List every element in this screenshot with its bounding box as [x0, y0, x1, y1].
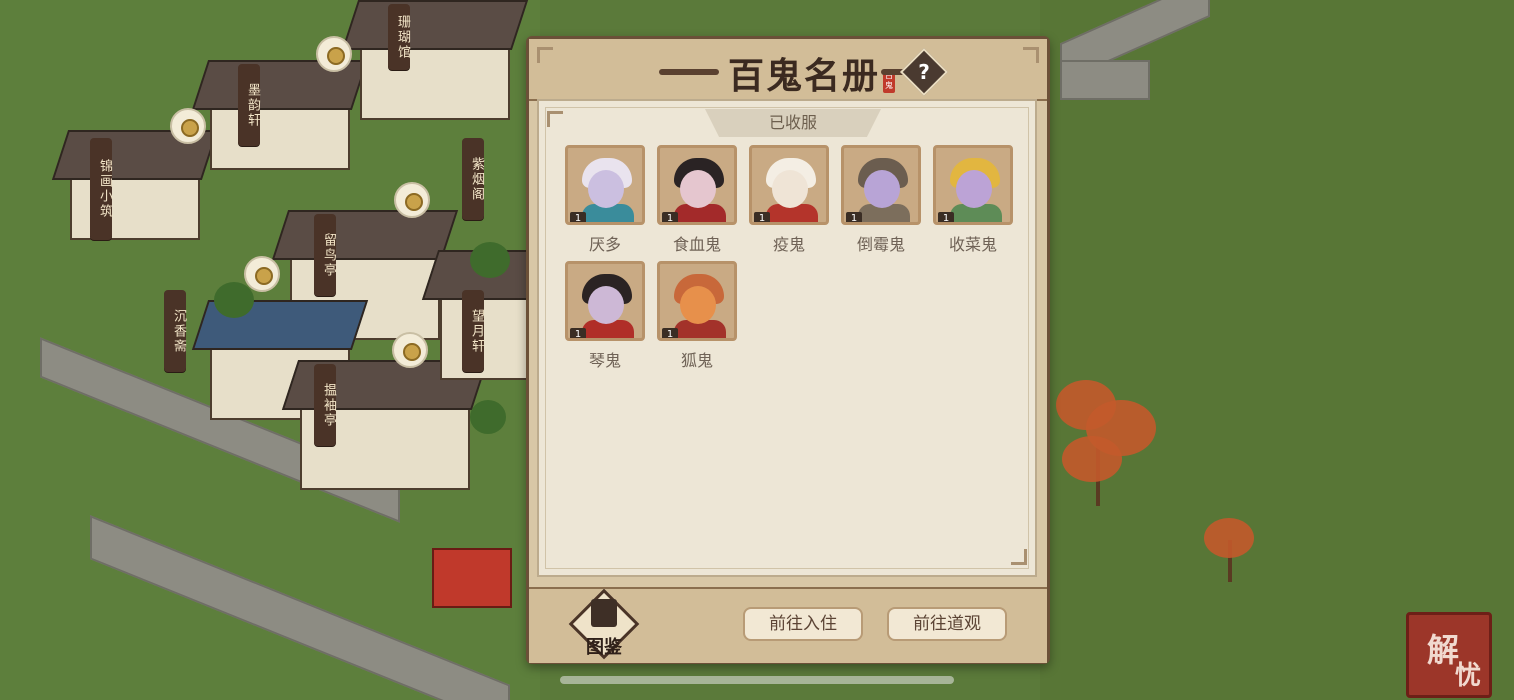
corner-ornament — [537, 47, 553, 63]
shop-sign[interactable]: 锦画小筑 — [90, 138, 112, 240]
ghost-name: 厌多 — [588, 235, 621, 254]
coin-icon[interactable] — [170, 108, 206, 144]
portrait-face — [956, 170, 992, 208]
dialog-title: 百鬼名册 — [727, 55, 880, 97]
scroll-icon — [591, 599, 617, 627]
portrait-face — [588, 170, 624, 208]
building[interactable] — [440, 290, 530, 380]
codex-button[interactable]: 图鉴 — [568, 588, 640, 663]
ghost-card[interactable]: 1 狐鬼 — [657, 261, 737, 370]
ghost-portrait: 1 — [657, 261, 737, 341]
move-in-button[interactable]: 前往入住 — [743, 607, 863, 641]
ghost-name: 收菜鬼 — [948, 235, 997, 254]
ghost-list-panel: 已收服 1 厌多 1 食血鬼 1 疫鬼 1 倒霉鬼 1 收菜鬼 1 琴鬼 1 狐鬼 — [537, 99, 1037, 577]
portrait-face — [772, 170, 808, 208]
shop-sign[interactable]: 留鸟亭 — [314, 214, 336, 296]
coin-icon[interactable] — [394, 182, 430, 218]
building[interactable] — [360, 40, 510, 120]
ghost-name: 狐鬼 — [680, 351, 713, 370]
gate-building[interactable] — [432, 548, 512, 608]
level-badge: 1 — [570, 328, 586, 338]
level-badge: 1 — [754, 212, 770, 222]
level-badge: 1 — [662, 212, 678, 222]
coin-icon[interactable] — [244, 256, 280, 292]
grass-right — [1040, 0, 1514, 700]
dialog-footer: 图鉴 前往入住 前往道观 — [529, 587, 1047, 663]
ghost-portrait: 1 — [565, 261, 645, 341]
shop-sign[interactable]: 紫烟阁 — [462, 138, 484, 220]
badge-char-2: 忧 — [1455, 661, 1482, 691]
level-badge: 1 — [846, 212, 862, 222]
ghost-card[interactable]: 1 倒霉鬼 — [841, 145, 921, 254]
portrait-face — [588, 286, 624, 324]
coin-icon[interactable] — [392, 332, 428, 368]
portrait-face — [680, 170, 716, 208]
ghost-card[interactable]: 1 食血鬼 — [657, 145, 737, 254]
ghost-name: 食血鬼 — [672, 235, 721, 254]
maple-tree — [1062, 436, 1122, 482]
shop-sign[interactable]: 望月轩 — [462, 290, 484, 372]
ghost-portrait: 1 — [933, 145, 1013, 225]
shop-sign[interactable]: 沉香斋 — [164, 290, 186, 372]
shop-sign[interactable]: 揾袖亭 — [314, 364, 336, 446]
ghost-name: 琴鬼 — [588, 351, 621, 370]
shop-sign[interactable]: 珊瑚馆 — [388, 4, 410, 70]
building-roof — [341, 0, 529, 50]
ghost-card[interactable]: 1 疫鬼 — [749, 145, 829, 254]
go-temple-button[interactable]: 前往道观 — [887, 607, 1007, 641]
building-roof — [271, 210, 459, 260]
ghost-card[interactable]: 1 收菜鬼 — [933, 145, 1013, 254]
bush — [470, 400, 506, 434]
corner-ornament — [1023, 47, 1039, 63]
level-badge: 1 — [662, 328, 678, 338]
ghost-name: 疫鬼 — [772, 235, 805, 254]
coin-icon[interactable] — [316, 36, 352, 72]
ghost-portrait: 1 — [565, 145, 645, 225]
worry-relief-button[interactable]: 解 忧 — [1406, 612, 1492, 698]
ghost-portrait: 1 — [657, 145, 737, 225]
tab-captured[interactable]: 已收服 — [705, 109, 881, 137]
level-badge: 1 — [570, 212, 586, 222]
ghost-name: 倒霉鬼 — [856, 235, 905, 254]
level-badge: 1 — [938, 212, 954, 222]
portrait-face — [864, 170, 900, 208]
title-wrap: 百鬼名册 百鬼 — [699, 45, 909, 97]
corner-ornament — [1011, 549, 1027, 565]
home-indicator — [560, 676, 954, 684]
ghost-card[interactable]: 1 厌多 — [565, 145, 645, 254]
ghost-card[interactable]: 1 琴鬼 — [565, 261, 645, 370]
question-icon: ? — [918, 60, 930, 84]
portrait-face — [680, 286, 716, 324]
ghost-portrait: 1 — [841, 145, 921, 225]
stone-road — [1060, 60, 1150, 100]
ghost-portrait: 1 — [749, 145, 829, 225]
building[interactable] — [210, 100, 350, 170]
maple-tree — [1204, 518, 1254, 558]
bush — [470, 242, 510, 278]
codex-label: 图鉴 — [586, 637, 622, 658]
shop-sign[interactable]: 墨韵轩 — [238, 64, 260, 146]
dialog-header: 百鬼名册 百鬼 ? — [529, 39, 1047, 101]
bush — [214, 282, 254, 318]
corner-ornament — [547, 111, 563, 127]
ghost-registry-dialog: 百鬼名册 百鬼 ? 已收服 1 厌多 1 食血鬼 1 疫鬼 1 倒霉鬼 1 收菜鬼 1 琴鬼 1 狐鬼 图… — [526, 36, 1050, 664]
